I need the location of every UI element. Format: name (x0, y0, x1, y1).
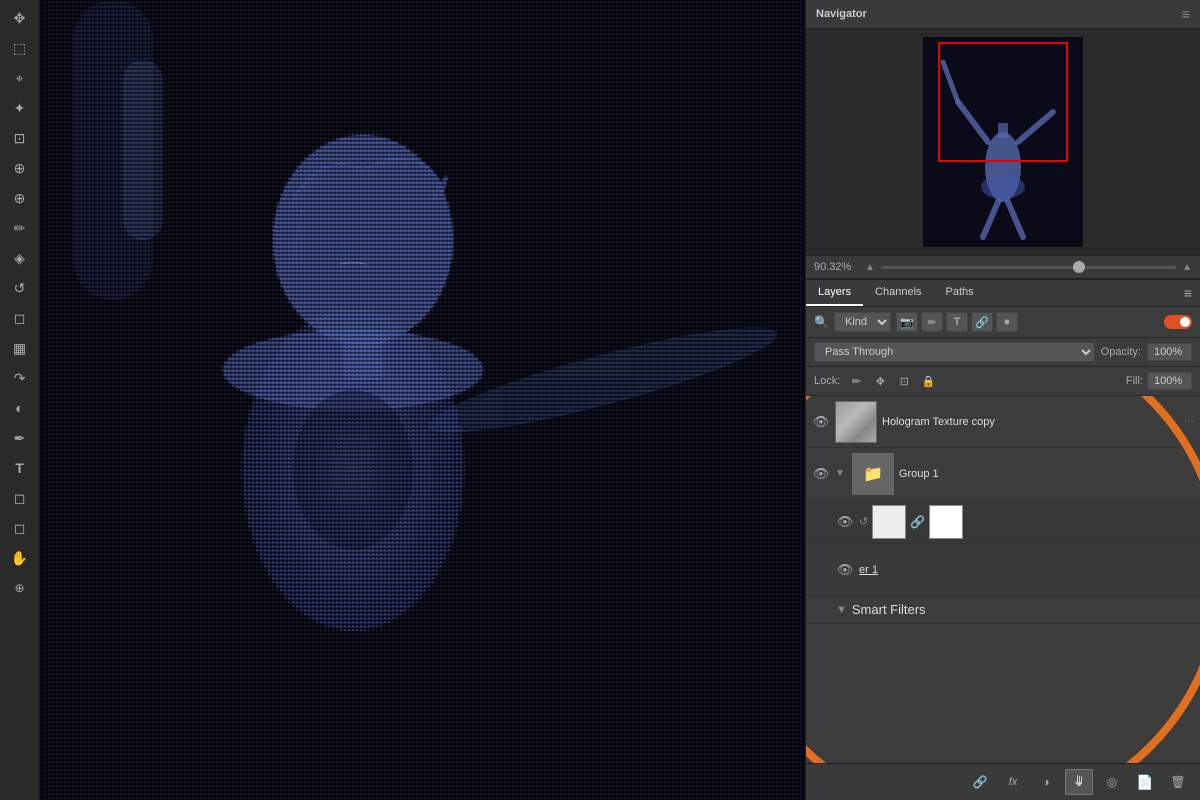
eraser-tool[interactable]: ◻ (6, 304, 34, 332)
brush-tool[interactable]: ✏ (6, 214, 34, 242)
navigator-menu-icon[interactable]: ≡ (1182, 6, 1190, 22)
filter-toggle[interactable] (1164, 315, 1192, 329)
layer-visibility-layer1[interactable]: 👁 (836, 561, 854, 579)
smart-filters-row: ▼ Smart Filters (806, 596, 1200, 624)
fill-value[interactable]: 100% (1147, 372, 1192, 390)
pen-tool[interactable]: ✒ (6, 424, 34, 452)
fill-label: Fill: (1126, 375, 1143, 387)
layer-item-group1[interactable]: 👁 ▼ 📁 Group 1 (806, 448, 1200, 500)
filter-adjustment-icon[interactable]: ✏ (921, 312, 943, 332)
nav-zoom-bar: 90.32% ▲ ▲ (806, 256, 1200, 279)
layer-mask-thumb (872, 505, 906, 539)
layers-bottom-bar: 🔗 fx ◑ ◎ 📄 🗑 (806, 763, 1200, 800)
dodge-tool[interactable]: ◐ (6, 394, 34, 422)
layer-visibility-group1[interactable]: 👁 (812, 465, 830, 483)
history-brush-tool[interactable]: ↺ (6, 274, 34, 302)
zoom-tool[interactable]: ⊕ (6, 574, 34, 602)
tab-paths[interactable]: Paths (934, 280, 986, 306)
navigator-header: Navigator ≡ (806, 0, 1200, 29)
layer-visibility-hologram[interactable]: 👁 (812, 413, 830, 431)
layers-panel-menu-icon[interactable]: ≡ (1176, 281, 1200, 305)
eyedropper-tool[interactable]: ⊕ (6, 154, 34, 182)
magic-wand-tool[interactable]: ✦ (6, 94, 34, 122)
type-tool[interactable]: T (6, 454, 34, 482)
layer-visibility-controls[interactable]: 👁 (836, 513, 854, 531)
left-toolbar: ✥ ⬚ ⌖ ✦ ⊡ ⊕ ⊕ ✏ ◈ ↺ ◻ ▦ ↷ ◐ ✒ T ◻ ◻ ✋ ⊕ (0, 0, 40, 800)
layer-control-icons: ↺ 🔗 (859, 505, 963, 539)
layer-name-layer1: er 1 (859, 564, 1194, 576)
move-tool[interactable]: ✥ (6, 4, 34, 32)
nav-thumbnail (923, 37, 1083, 247)
delete-layer-btn[interactable]: 🗑 (1164, 769, 1192, 795)
add-mask-btn[interactable]: ◑ (1032, 769, 1060, 795)
filter-shape-icon[interactable]: 🔗 (971, 312, 993, 332)
layer-item-layer1[interactable]: 👁 er 1 (806, 544, 1200, 596)
lasso-tool[interactable]: ⌖ (6, 64, 34, 92)
filter-kind-select[interactable]: Kind (834, 312, 891, 332)
group-expand-arrow[interactable]: ▼ (835, 468, 845, 479)
shape-tool[interactable]: ◻ (6, 514, 34, 542)
zoom-percentage: 90.32% (814, 261, 859, 273)
new-fill-icon (1071, 774, 1087, 790)
crop-tool[interactable]: ⊡ (6, 124, 34, 152)
right-panel: Navigator ≡ (805, 0, 1200, 800)
smart-filters-label-text: Smart Filters (852, 602, 926, 617)
lock-position-btn[interactable]: ⊡ (894, 371, 914, 391)
clone-stamp-tool[interactable]: ◈ (6, 244, 34, 272)
tab-layers[interactable]: Layers (806, 280, 863, 306)
opacity-label: Opacity: (1101, 346, 1141, 358)
gradient-tool[interactable]: ▦ (6, 334, 34, 362)
tab-channels[interactable]: Channels (863, 280, 933, 306)
path-select-tool[interactable]: ◻ (6, 484, 34, 512)
layer-info-layer1: er 1 (859, 564, 1194, 576)
spot-heal-tool[interactable]: ⊕ (6, 184, 34, 212)
blend-mode-bar: Pass Through Opacity: 100% (806, 338, 1200, 367)
layer-link-icon[interactable]: 🔗 (910, 515, 925, 529)
zoom-in-icon[interactable]: ▲ (1182, 262, 1192, 273)
hand-tool[interactable]: ✋ (6, 544, 34, 572)
blur-tool[interactable]: ↷ (6, 364, 34, 392)
lock-image-btn[interactable]: ✥ (870, 371, 890, 391)
lock-bar: Lock: ✏ ✥ ⊡ 🔒 Fill: 100% (806, 367, 1200, 396)
navigator-preview (806, 29, 1200, 256)
layer-name-group1: Group 1 (899, 468, 1194, 480)
layer-info-group1: Group 1 (899, 468, 1194, 480)
zoom-slider[interactable] (881, 266, 1176, 269)
filter-search-icon: 🔍 (814, 315, 829, 329)
layer-item-hologram-texture[interactable]: 👁 Hologram Texture copy ⋯ (806, 396, 1200, 448)
filter-smart-icon[interactable]: ● (996, 312, 1018, 332)
add-style-btn[interactable]: fx (999, 769, 1027, 795)
new-layer-btn[interactable]: 📄 (1131, 769, 1159, 795)
layer-item-controls: 👁 ↺ 🔗 (806, 500, 1200, 544)
layer-refresh-icon[interactable]: ↺ (859, 515, 868, 528)
layer-white-thumb (929, 505, 963, 539)
blend-mode-select[interactable]: Pass Through (814, 342, 1095, 362)
lock-transparency-btn[interactable]: ✏ (846, 371, 866, 391)
filter-icon-group: 📷 ✏ T 🔗 ● (896, 312, 1159, 332)
smart-filters-icon: ▼ (836, 604, 847, 616)
filter-type-icon[interactable]: T (946, 312, 968, 332)
new-group-btn[interactable]: ◎ (1098, 769, 1126, 795)
opacity-value[interactable]: 100% (1147, 343, 1192, 361)
filter-pixel-icon[interactable]: 📷 (896, 312, 918, 332)
layer-options-hologram[interactable]: ⋯ (1184, 416, 1194, 427)
layer-info-hologram: Hologram Texture copy (882, 416, 1179, 428)
layer-thumbnail-group1: 📁 (852, 453, 894, 495)
layer-filter-bar: 🔍 Kind 📷 ✏ T 🔗 ● (806, 307, 1200, 338)
canvas-area (40, 0, 805, 800)
lock-all-btn[interactable]: 🔒 (918, 371, 938, 391)
marquee-tool[interactable]: ⬚ (6, 34, 34, 62)
layer-thumbnail-hologram (835, 401, 877, 443)
navigator-title: Navigator (816, 8, 867, 20)
layers-list: 👁 Hologram Texture copy ⋯ 👁 ▼ 📁 Group 1 (806, 396, 1200, 763)
hologram-image (43, 0, 803, 800)
lock-label: Lock: (814, 375, 840, 387)
layers-panel-header: Layers Channels Paths ≡ (806, 280, 1200, 307)
layer-name-hologram: Hologram Texture copy (882, 416, 1179, 428)
link-layers-btn[interactable]: 🔗 (966, 769, 994, 795)
nav-dancer-image (923, 37, 1083, 247)
new-fill-btn[interactable] (1065, 769, 1093, 795)
zoom-out-icon[interactable]: ▲ (865, 262, 875, 273)
zoom-thumb[interactable] (1073, 261, 1085, 273)
